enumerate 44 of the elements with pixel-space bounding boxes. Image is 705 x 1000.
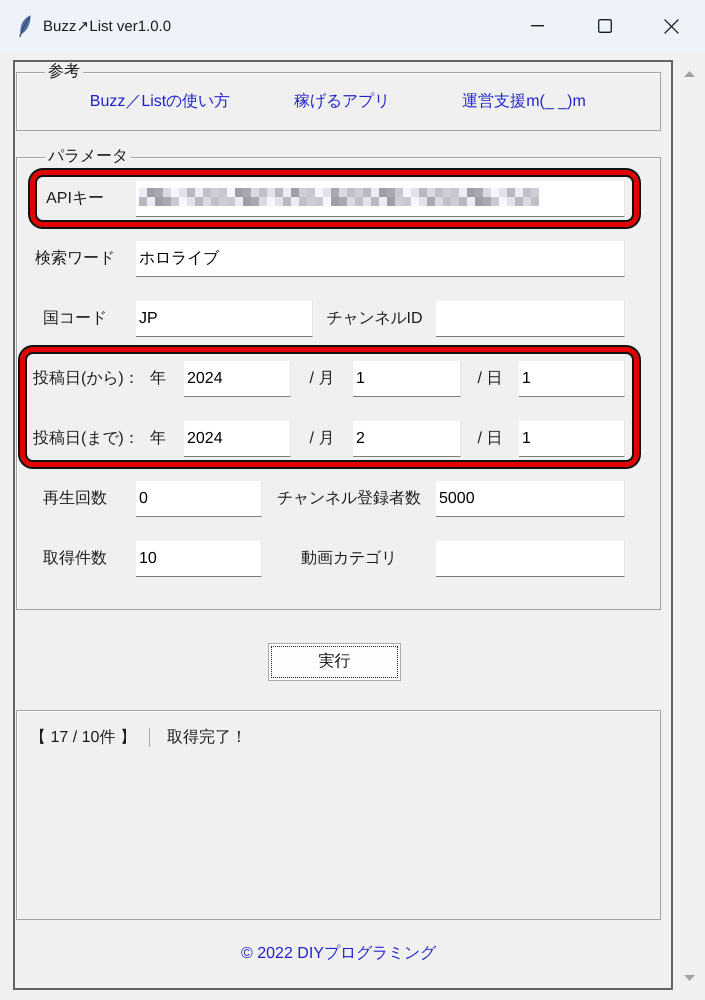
status-message: 取得完了！ <box>166 728 247 748</box>
date-unit-label: 年 <box>150 429 166 449</box>
text-field[interactable]: 2 <box>353 421 461 457</box>
field-label: 国コード <box>43 309 107 329</box>
text-field[interactable]: 10 <box>136 541 262 577</box>
field-label: 検索ワード <box>35 249 115 269</box>
text-field[interactable]: 2024 <box>184 421 291 457</box>
date-unit-label: / 日 <box>478 369 502 389</box>
run-button[interactable]: 実行 <box>268 643 401 681</box>
close-icon <box>664 18 679 34</box>
field-label: 再生回数 <box>43 489 107 509</box>
field-label: 取得件数 <box>43 549 107 569</box>
link[interactable]: 稼げるアプリ <box>294 92 390 112</box>
link[interactable]: Buzz／Listの使い方 <box>90 92 230 112</box>
date-unit-label: / 日 <box>478 429 502 449</box>
text-field[interactable]: 5000 <box>436 481 625 517</box>
minimize-icon <box>531 25 544 27</box>
text-field[interactable]: ホロライブ <box>136 241 625 277</box>
date-unit-label: / 月 <box>310 369 334 389</box>
text-field[interactable] <box>136 181 625 217</box>
text-field[interactable]: 0 <box>136 481 262 517</box>
date-unit-label: 年 <box>150 369 166 389</box>
field-label: 投稿日(まで)： <box>33 429 140 449</box>
maximize-icon <box>598 19 612 33</box>
text-field[interactable]: 1 <box>353 361 461 397</box>
field-label: 投稿日(から)： <box>33 369 140 389</box>
result-count: 【 17 / 10件 】 <box>30 728 136 748</box>
field-label: APIキー <box>46 189 104 209</box>
text-field[interactable]: 1 <box>519 361 625 397</box>
text-field[interactable]: 1 <box>519 421 625 457</box>
text-field[interactable]: JP <box>136 301 313 337</box>
window-title: Buzz↗List ver1.0.0 <box>43 17 172 35</box>
footer-link[interactable]: © 2022 DIYプログラミング <box>241 945 436 962</box>
text-field[interactable] <box>436 301 625 337</box>
text-field[interactable] <box>436 541 625 577</box>
scroll-down-icon[interactable] <box>684 975 694 981</box>
link[interactable]: 運営支援m(_ _)m <box>462 92 586 112</box>
feather-icon <box>18 15 31 37</box>
field-label: 動画カテゴリ <box>301 549 397 569</box>
field-label: チャンネルID <box>326 309 422 329</box>
text-field[interactable]: 2024 <box>184 361 291 397</box>
date-unit-label: / 月 <box>310 429 334 449</box>
field-label: チャンネル登録者数 <box>277 489 421 509</box>
scroll-up-icon[interactable] <box>684 71 694 77</box>
